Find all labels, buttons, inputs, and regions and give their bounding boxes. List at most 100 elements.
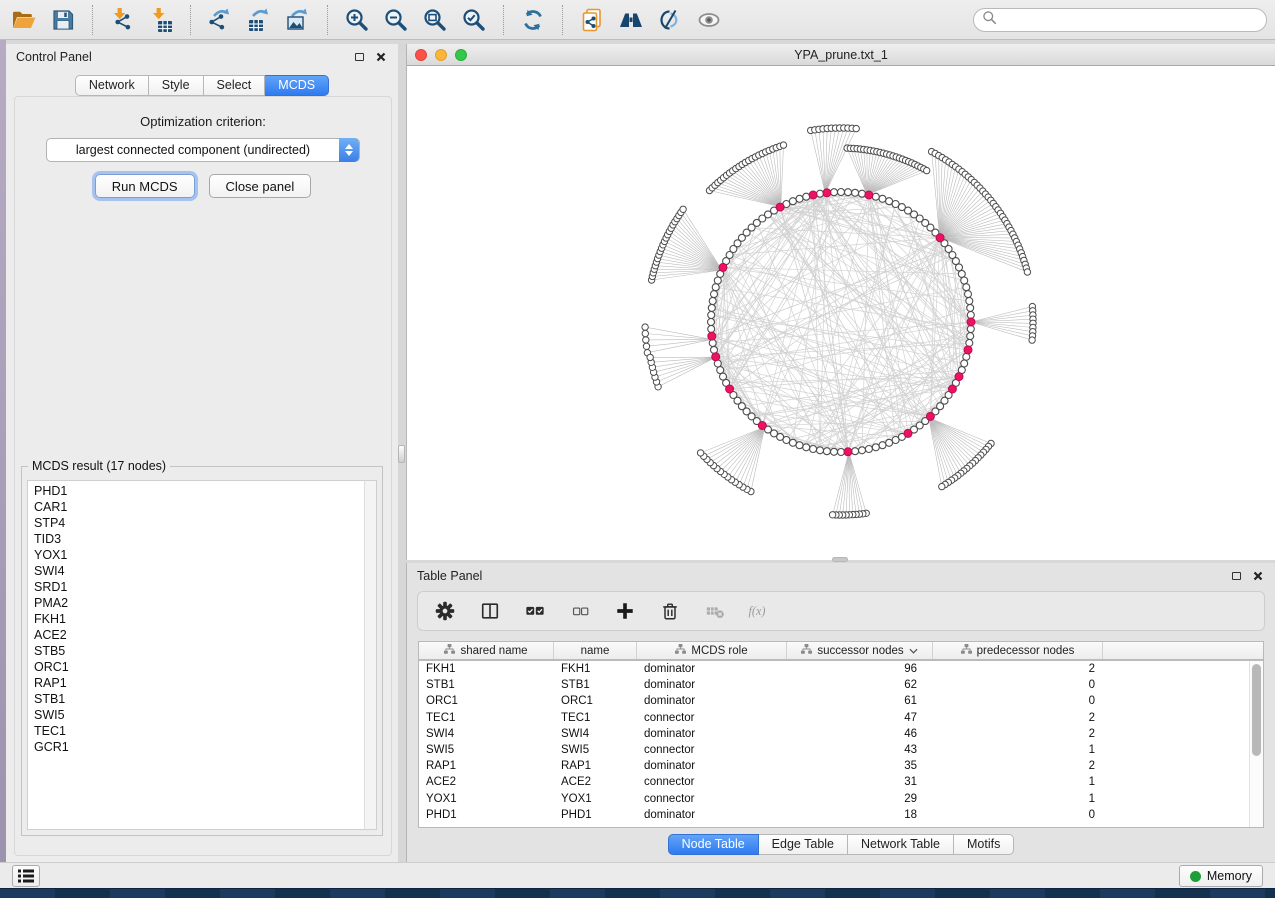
show-hide-icon[interactable] — [693, 4, 725, 36]
column-header-MCDS-role[interactable]: MCDS role — [637, 642, 787, 659]
horizontal-splitter-grip[interactable] — [832, 557, 848, 562]
result-node-item[interactable]: STP4 — [34, 515, 376, 531]
table-panel-header: Table Panel — [407, 563, 1275, 589]
tab-node-table[interactable]: Node Table — [668, 834, 759, 855]
delete-row-icon[interactable] — [657, 599, 683, 623]
result-node-item[interactable]: RAP1 — [34, 675, 376, 691]
tab-edge-table[interactable]: Edge Table — [759, 834, 848, 855]
tab-network[interactable]: Network — [75, 75, 149, 96]
result-node-item[interactable]: SWI4 — [34, 563, 376, 579]
tab-style[interactable]: Style — [149, 75, 204, 96]
result-node-item[interactable]: YOX1 — [34, 547, 376, 563]
result-node-item[interactable]: SWI5 — [34, 707, 376, 723]
table-row[interactable]: ACE2ACE2connector311 — [419, 774, 1263, 790]
result-node-item[interactable]: TID3 — [34, 531, 376, 547]
toggle-graphics-icon[interactable] — [654, 4, 686, 36]
search-box[interactable] — [973, 8, 1267, 32]
table-row[interactable]: ORC1ORC1dominator610 — [419, 693, 1263, 709]
table-cell: 62 — [787, 679, 933, 691]
zoom-in-icon[interactable] — [341, 4, 373, 36]
close-panel-button[interactable]: Close panel — [209, 174, 312, 198]
result-node-item[interactable]: STB5 — [34, 643, 376, 659]
tab-select[interactable]: Select — [204, 75, 266, 96]
share-document-icon[interactable] — [576, 4, 608, 36]
column-header-shared-name[interactable]: shared name — [419, 642, 554, 659]
float-panel-icon[interactable] — [352, 50, 366, 64]
criterion-value: largest connected component (undirected) — [47, 143, 359, 157]
result-node-item[interactable]: FKH1 — [34, 611, 376, 627]
column-header-name[interactable]: name — [554, 642, 637, 659]
export-network-icon[interactable] — [204, 4, 236, 36]
table-cell: connector — [637, 793, 787, 805]
network-graph[interactable] — [407, 66, 1275, 560]
add-row-icon[interactable] — [612, 599, 638, 623]
show-columns-icon[interactable] — [522, 599, 548, 623]
export-image-icon[interactable] — [282, 4, 314, 36]
result-node-item[interactable]: STB1 — [34, 691, 376, 707]
control-panel-title: Control Panel — [16, 50, 92, 64]
result-node-item[interactable]: SRD1 — [34, 579, 376, 595]
network-window-titlebar[interactable]: YPA_prune.txt_1 — [407, 44, 1275, 66]
table-toolbar: f(x) — [417, 591, 1265, 631]
scrollbar-thumb[interactable] — [1252, 664, 1261, 756]
table-row[interactable]: TEC1TEC1connector472 — [419, 710, 1263, 726]
table-header-row: shared namenameMCDS rolesuccessor nodesp… — [419, 642, 1263, 661]
result-node-item[interactable]: ACE2 — [34, 627, 376, 643]
result-node-item[interactable]: ORC1 — [34, 659, 376, 675]
gear-icon[interactable] — [432, 599, 458, 623]
search-network-icon[interactable] — [615, 4, 647, 36]
result-node-item[interactable]: TEC1 — [34, 723, 376, 739]
table-row[interactable]: FKH1FKH1dominator962 — [419, 661, 1263, 677]
export-table-icon[interactable] — [243, 4, 275, 36]
column-header-successor-nodes[interactable]: successor nodes — [787, 642, 933, 659]
splitter-grip[interactable] — [398, 445, 405, 463]
control-panel-header: Control Panel — [6, 44, 398, 70]
refresh-icon[interactable] — [517, 4, 549, 36]
table-row[interactable]: STB1STB1dominator620 — [419, 677, 1263, 693]
table-cell: RAP1 — [419, 760, 554, 772]
table-cell: ACE2 — [419, 776, 554, 788]
import-table-icon[interactable] — [145, 4, 177, 36]
table-row[interactable]: SWI4SWI4dominator462 — [419, 726, 1263, 742]
tab-network-table[interactable]: Network Table — [848, 834, 954, 855]
table-row[interactable]: SWI5SWI5connector431 — [419, 742, 1263, 758]
search-input[interactable] — [1001, 13, 1258, 27]
zoom-fit-icon[interactable] — [419, 4, 451, 36]
delete-table-icon — [702, 599, 728, 623]
network-canvas[interactable] — [407, 66, 1275, 560]
tab-mcds[interactable]: MCDS — [265, 75, 329, 96]
table-row[interactable]: PHD1PHD1dominator180 — [419, 807, 1263, 823]
import-network-icon[interactable] — [106, 4, 138, 36]
panel-list-button[interactable] — [12, 865, 40, 887]
split-columns-icon[interactable] — [477, 599, 503, 623]
tree-icon — [675, 644, 686, 657]
table-cell: connector — [637, 744, 787, 756]
table-scrollbar[interactable] — [1249, 661, 1263, 827]
result-scrollbar[interactable] — [364, 480, 377, 830]
memory-button[interactable]: Memory — [1179, 865, 1263, 887]
zoom-out-icon[interactable] — [380, 4, 412, 36]
table-cell: 2 — [933, 760, 1103, 772]
open-folder-icon[interactable] — [8, 4, 40, 36]
save-icon[interactable] — [47, 4, 79, 36]
float-panel-icon[interactable] — [1229, 569, 1243, 583]
criterion-select[interactable]: largest connected component (undirected) — [46, 138, 360, 162]
close-panel-icon[interactable] — [374, 50, 388, 64]
vertical-splitter[interactable] — [398, 44, 406, 862]
hide-columns-icon[interactable] — [567, 599, 593, 623]
run-mcds-button[interactable]: Run MCDS — [95, 174, 195, 198]
result-node-item[interactable]: GCR1 — [34, 739, 376, 755]
result-node-item[interactable]: CAR1 — [34, 499, 376, 515]
table-row[interactable]: RAP1RAP1dominator352 — [419, 758, 1263, 774]
table-cell: 1 — [933, 776, 1103, 788]
column-header-predecessor-nodes[interactable]: predecessor nodes — [933, 642, 1103, 659]
result-node-item[interactable]: PMA2 — [34, 595, 376, 611]
table-cell: 1 — [933, 793, 1103, 805]
table-row[interactable]: YOX1YOX1connector291 — [419, 791, 1263, 807]
close-panel-icon[interactable] — [1251, 569, 1265, 583]
result-node-item[interactable]: PHD1 — [34, 483, 376, 499]
table-cell: ORC1 — [554, 695, 637, 707]
tab-motifs[interactable]: Motifs — [954, 834, 1014, 855]
table-cell: 18 — [787, 809, 933, 821]
zoom-selected-icon[interactable] — [458, 4, 490, 36]
